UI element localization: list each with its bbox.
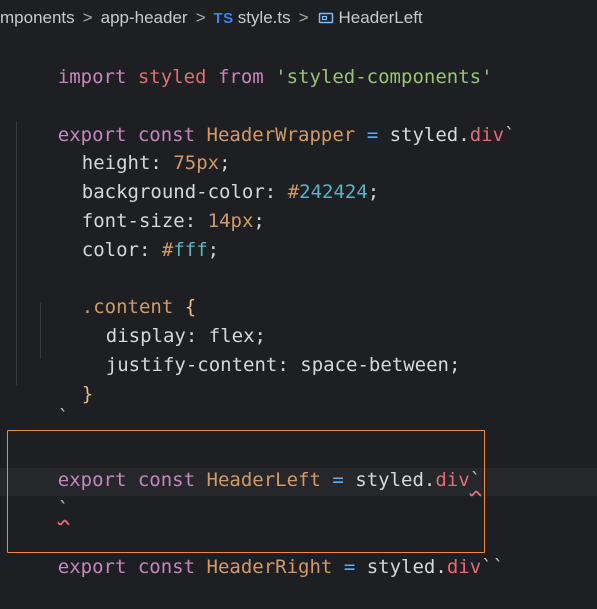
code-line-7: color: #fff;: [81, 239, 220, 261]
symbol-variable-icon: [317, 9, 335, 27]
code-line-10: display: flex;: [105, 325, 266, 347]
code-line-5: background-color: #242424;: [81, 181, 380, 203]
breadcrumb-item-file[interactable]: TS style.ts: [214, 8, 291, 28]
breadcrumb-item-symbol[interactable]: HeaderLeft: [317, 8, 423, 28]
code-line-4: height: 75px;: [81, 152, 231, 174]
code-line-11: justify-content: space-between;: [105, 354, 461, 376]
code-line-15: export const HeaderLeft = styled.div`: [57, 469, 482, 491]
code-line-17: export const HeaderRight = styled.div``: [57, 556, 505, 578]
breadcrumb-file-label: style.ts: [237, 8, 291, 27]
code-line-3: export const HeaderWrapper = styled.div`: [57, 124, 516, 146]
breadcrumb: mponents > app-header > TS style.ts > He…: [0, 0, 597, 36]
breadcrumb-item-components[interactable]: mponents: [0, 8, 75, 28]
code-line-9: .content {: [81, 296, 197, 318]
chevron-right-icon: >: [82, 8, 93, 27]
code-line-6: font-size: 14px;: [81, 210, 265, 232]
breadcrumb-symbol-label: HeaderLeft: [338, 8, 423, 27]
breadcrumb-item-app-header[interactable]: app-header: [101, 8, 188, 28]
code-line-16: `: [57, 498, 70, 520]
chevron-right-icon: >: [298, 8, 309, 27]
typescript-icon: TS: [213, 9, 234, 27]
code-line-1: import styled from 'styled-components': [57, 66, 493, 88]
code-editor[interactable]: import styled from 'styled-components' e…: [0, 35, 597, 578]
code-line-13: `: [57, 406, 70, 428]
chevron-right-icon: >: [195, 8, 206, 27]
